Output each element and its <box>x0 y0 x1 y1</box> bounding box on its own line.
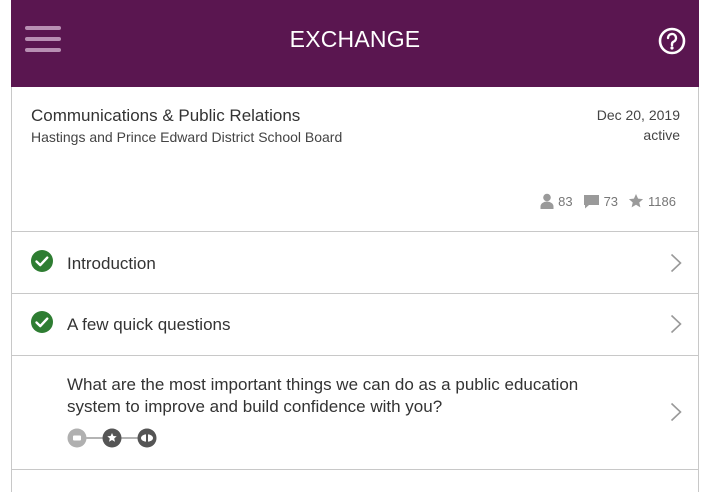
stats-bar: 83 73 1186 <box>530 193 676 209</box>
organization-name: Hastings and Prince Edward District Scho… <box>31 129 343 145</box>
stars-stat: 1186 <box>628 193 676 209</box>
step-progress <box>67 428 157 448</box>
comment-icon <box>583 194 599 208</box>
stars-count: 1186 <box>648 193 676 209</box>
app-header: EXCHANGE <box>11 0 699 87</box>
check-icon <box>31 250 53 272</box>
section-label: A few quick questions <box>67 315 231 334</box>
star-step-icon <box>102 428 122 448</box>
section-introduction[interactable]: Introduction <box>11 232 699 294</box>
exchange-date: Dec 20, 2019 <box>596 107 680 123</box>
comments-count: 73 <box>603 193 619 209</box>
page-title: EXCHANGE <box>289 26 421 52</box>
view-step-icon <box>137 428 157 448</box>
comments-stat: 73 <box>583 194 618 209</box>
chevron-right-icon <box>670 402 682 422</box>
participants-count: 83 <box>558 193 573 209</box>
star-icon <box>628 194 644 208</box>
exchange-title: Communications & Public Relations <box>31 106 301 125</box>
question-text: What are the most important things we ca… <box>67 375 579 416</box>
chevron-right-icon <box>670 314 682 334</box>
comment-step-icon <box>67 428 87 448</box>
help-icon[interactable] <box>658 27 686 55</box>
section-question[interactable]: What are the most important things we ca… <box>11 356 699 470</box>
status-label: active <box>643 127 680 143</box>
person-icon <box>540 193 554 209</box>
chevron-right-icon <box>670 253 682 273</box>
section-quick-questions[interactable]: A few quick questions <box>11 294 699 356</box>
check-icon <box>31 311 53 333</box>
exchange-info-panel: Communications & Public Relations Hastin… <box>11 87 699 232</box>
participants-stat: 83 <box>540 193 573 209</box>
section-label: Introduction <box>67 254 156 273</box>
